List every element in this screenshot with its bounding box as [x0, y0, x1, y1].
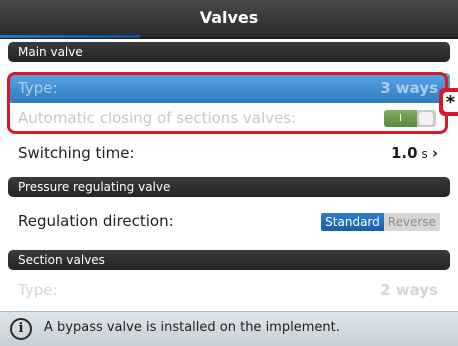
- section-valves-type-value: 2 ways: [380, 281, 438, 299]
- main-valve-type-value: 3 ways: [380, 79, 438, 97]
- title-accent-bar: [0, 35, 140, 38]
- section-header-section-valves: Section valves: [8, 250, 450, 270]
- switching-time-label: Switching time:: [18, 144, 135, 162]
- info-message: A bypass valve is installed on the imple…: [44, 320, 340, 335]
- main-valve-type-row[interactable]: Type: 3 ways: [8, 73, 450, 103]
- auto-closing-toggle[interactable]: I: [384, 110, 436, 127]
- toggle-thumb: [419, 112, 433, 125]
- info-icon: i: [10, 318, 32, 340]
- option-reverse[interactable]: Reverse: [383, 213, 440, 231]
- toggle-on-indicator: I: [384, 110, 417, 127]
- info-bar: i A bypass valve is installed on the imp…: [0, 311, 458, 346]
- section-valves-type-label: Type:: [18, 281, 58, 299]
- auto-closing-row: Automatic closing of sections valves: I: [8, 102, 450, 134]
- regulation-direction-selector[interactable]: Standard Reverse: [321, 213, 440, 231]
- section-header-main-valve: Main valve: [8, 42, 450, 62]
- auto-closing-label: Automatic closing of sections valves:: [18, 109, 297, 127]
- switching-time-value-group: 1.0 s ›: [391, 137, 438, 170]
- switching-time-value: 1.0: [390, 144, 418, 162]
- switching-time-row[interactable]: Switching time: 1.0 s ›: [8, 137, 450, 169]
- main-valve-type-label: Type:: [18, 79, 58, 97]
- page-title: Valves: [199, 8, 259, 27]
- switching-time-unit: s: [421, 147, 428, 161]
- chevron-right-icon[interactable]: ›: [432, 144, 438, 162]
- title-bar: Valves: [0, 0, 458, 39]
- section-valves-type-row[interactable]: Type: 2 ways: [8, 274, 450, 306]
- callout-marker: *: [439, 88, 458, 116]
- asterisk-icon: *: [443, 92, 458, 113]
- section-header-pressure-valve: Pressure regulating valve: [8, 177, 450, 197]
- regulation-direction-label: Regulation direction:: [18, 212, 174, 230]
- option-standard[interactable]: Standard: [321, 213, 384, 231]
- regulation-direction-row: Regulation direction: Standard Reverse: [8, 205, 450, 237]
